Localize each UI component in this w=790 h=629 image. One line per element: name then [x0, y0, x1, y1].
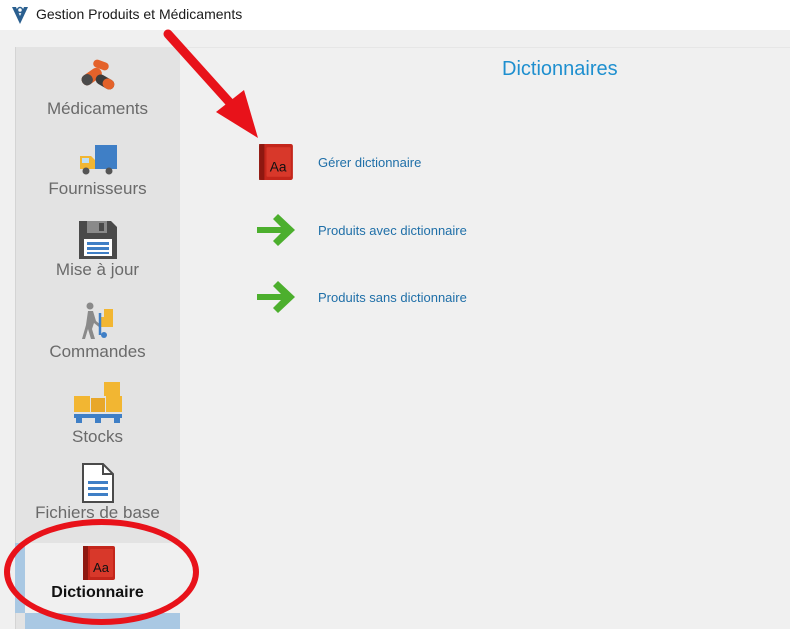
main-content	[180, 47, 790, 629]
floppy-disk-icon	[79, 221, 117, 259]
hand-truck-icon	[82, 302, 113, 339]
produits-sans-dictionnaire-link[interactable]: Produits sans dictionnaire	[318, 290, 467, 305]
dictionary-book-icon[interactable]: Aa	[258, 143, 294, 181]
green-arrow-icon[interactable]	[255, 281, 299, 313]
gerer-dictionnaire-link[interactable]: Gérer dictionnaire	[318, 155, 421, 170]
sidebar-item-label: Commandes	[49, 342, 146, 361]
svg-text:Aa: Aa	[270, 160, 287, 175]
truck-icon	[80, 145, 117, 175]
sidebar-item-medicaments[interactable]: Médicaments	[15, 52, 180, 132]
sidebar-item-label: Médicaments	[46, 99, 149, 118]
annotation-circle	[4, 519, 199, 625]
window-title: Gestion Produits et Médicaments	[36, 6, 243, 22]
document-icon	[82, 463, 114, 503]
sidebar-item-stocks[interactable]: Stocks	[15, 378, 180, 456]
sidebar-item-label: Stocks	[71, 427, 124, 446]
produits-avec-dictionnaire-link[interactable]: Produits avec dictionnaire	[318, 223, 467, 238]
green-arrow-icon[interactable]	[255, 214, 299, 246]
page-title: Dictionnaires	[502, 58, 618, 80]
sidebar-item-fournisseurs[interactable]: Fournisseurs	[15, 138, 180, 213]
sidebar-item-mise-a-jour[interactable]: Mise à jour	[15, 216, 180, 291]
pallet-boxes-icon	[74, 382, 122, 423]
app-logo-icon	[12, 6, 28, 24]
sidebar-item-label: Mise à jour	[55, 260, 140, 279]
sidebar-item-label: Fournisseurs	[48, 179, 147, 198]
title-bar: Gestion Produits et Médicaments	[0, 0, 790, 30]
pills-icon	[81, 59, 115, 90]
sidebar-item-commandes[interactable]: Commandes	[15, 298, 180, 373]
annotation-arrow	[163, 29, 258, 138]
